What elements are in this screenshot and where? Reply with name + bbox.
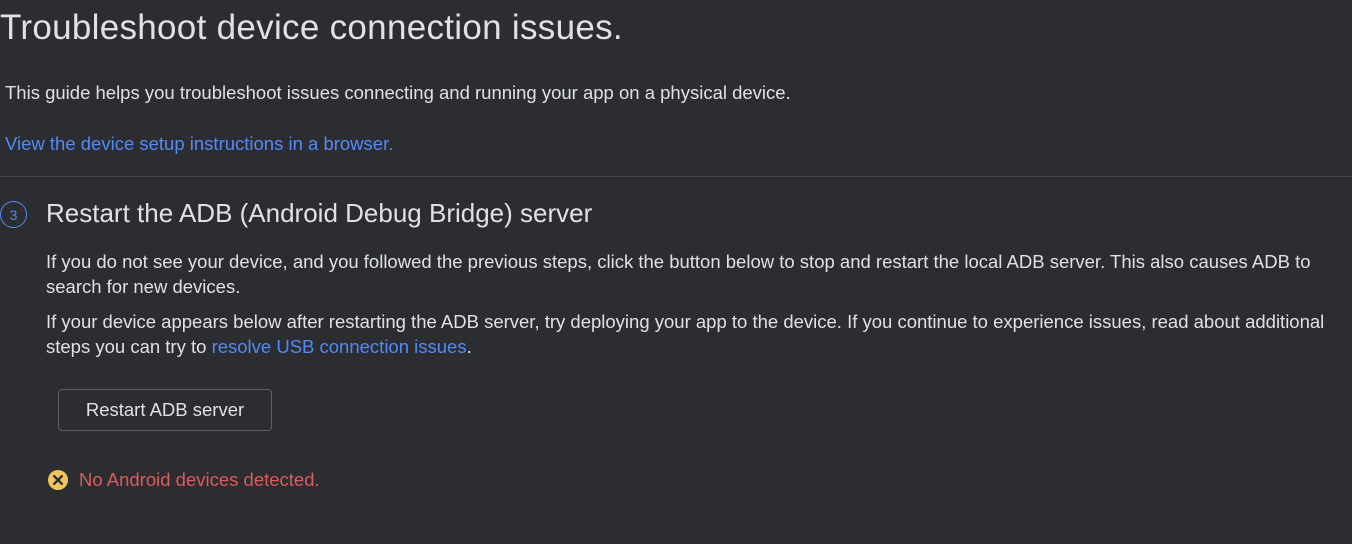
step-followup-text: If your device appears below after resta…	[46, 309, 1336, 359]
status-message: No Android devices detected.	[79, 469, 320, 490]
restart-adb-server-button[interactable]: Restart ADB server	[58, 389, 272, 431]
step-description: If you do not see your device, and you f…	[46, 251, 1311, 297]
step-number-badge: 3	[0, 201, 27, 228]
intro-text: This guide helps you troubleshoot issues…	[5, 82, 791, 103]
device-status: No Android devices detected.	[47, 469, 320, 491]
followup-text-suffix: .	[466, 336, 472, 357]
resolve-usb-issues-link[interactable]: resolve USB connection issues	[212, 336, 467, 357]
section-divider	[0, 176, 1352, 177]
error-circle-icon	[47, 469, 69, 491]
step-title: Restart the ADB (Android Debug Bridge) s…	[46, 198, 593, 228]
page-title: Troubleshoot device connection issues.	[0, 8, 623, 47]
device-setup-link[interactable]: View the device setup instructions in a …	[5, 133, 393, 155]
